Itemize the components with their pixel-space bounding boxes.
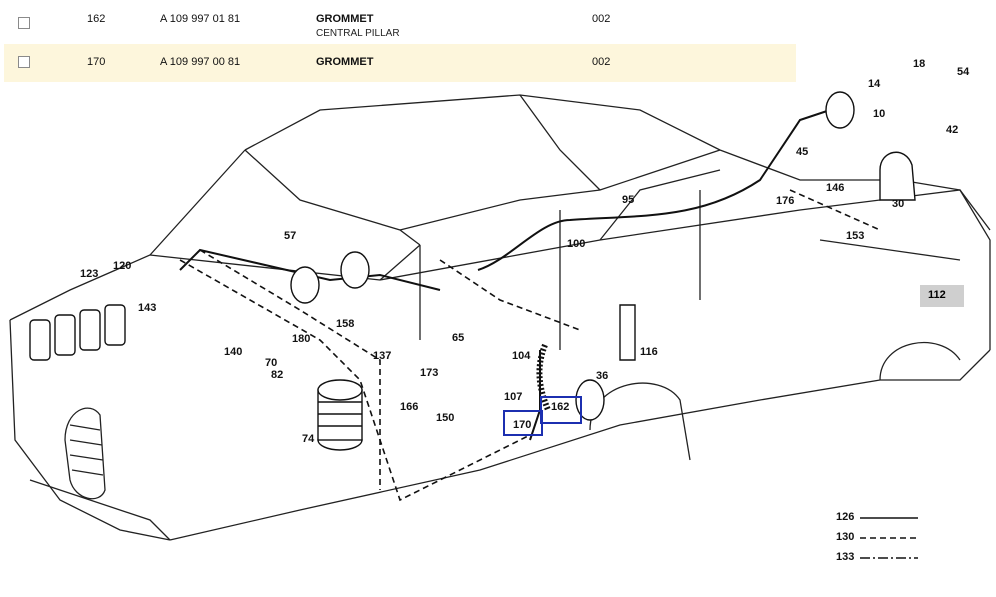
legend-label-130: 130 bbox=[836, 531, 855, 543]
callout-10[interactable]: 10 bbox=[873, 108, 885, 120]
callout-143[interactable]: 143 bbox=[138, 302, 156, 314]
callout-65[interactable]: 65 bbox=[452, 332, 464, 344]
callout-95[interactable]: 95 bbox=[622, 194, 634, 206]
callout-176[interactable]: 176 bbox=[776, 195, 794, 207]
exploded-parts-diagram[interactable]: 112 14 18 54 10 42 45 146 176 95 30 153 … bbox=[0, 58, 996, 592]
quantity: 002 bbox=[592, 13, 611, 25]
callout-82[interactable]: 82 bbox=[271, 369, 283, 381]
callout-158[interactable]: 158 bbox=[336, 318, 354, 330]
row-checkbox[interactable] bbox=[18, 17, 30, 29]
legend-label-133: 133 bbox=[836, 551, 855, 563]
callout-146[interactable]: 146 bbox=[826, 182, 844, 194]
table-row[interactable]: 162 A 109 997 01 81 GROMMET CENTRAL PILL… bbox=[4, 6, 796, 45]
part-description: GROMMET bbox=[316, 56, 374, 68]
callout-173[interactable]: 173 bbox=[420, 367, 438, 379]
callout-116[interactable]: 116 bbox=[640, 346, 658, 358]
callout-100[interactable]: 100 bbox=[567, 238, 585, 250]
callout-70[interactable]: 70 bbox=[265, 357, 277, 369]
table-row[interactable]: 170 A 109 997 00 81 GROMMET 002 bbox=[4, 44, 796, 82]
part-description: GROMMET bbox=[316, 13, 374, 25]
callout-107[interactable]: 107 bbox=[504, 391, 522, 403]
callout-153[interactable]: 153 bbox=[846, 230, 864, 242]
callout-104[interactable]: 104 bbox=[512, 350, 530, 362]
callout-36[interactable]: 36 bbox=[596, 370, 608, 382]
callout-137[interactable]: 137 bbox=[373, 350, 391, 362]
callout-14[interactable]: 14 bbox=[868, 78, 880, 90]
callout-123[interactable]: 123 bbox=[80, 268, 98, 280]
callout-57[interactable]: 57 bbox=[284, 230, 296, 242]
callout-166[interactable]: 166 bbox=[400, 401, 418, 413]
quantity: 002 bbox=[592, 56, 611, 68]
callout-180[interactable]: 180 bbox=[292, 333, 310, 345]
part-number: A 109 997 01 81 bbox=[160, 13, 241, 25]
row-checkbox[interactable] bbox=[18, 56, 30, 68]
callout-54[interactable]: 54 bbox=[957, 66, 969, 78]
part-subdescription: CENTRAL PILLAR bbox=[316, 28, 400, 39]
callout-120[interactable]: 120 bbox=[113, 260, 131, 272]
callout-42[interactable]: 42 bbox=[946, 124, 958, 136]
callout-140[interactable]: 140 bbox=[224, 346, 242, 358]
callout-150[interactable]: 150 bbox=[436, 412, 454, 424]
callout-162[interactable]: 162 bbox=[551, 401, 569, 413]
callout-18[interactable]: 18 bbox=[913, 58, 925, 70]
highlight-badge-112[interactable]: 112 bbox=[920, 285, 964, 307]
position-number: 162 bbox=[87, 13, 106, 25]
part-number: A 109 997 00 81 bbox=[160, 56, 241, 68]
legend-label-126: 126 bbox=[836, 511, 855, 523]
callout-74[interactable]: 74 bbox=[302, 433, 314, 445]
position-number: 170 bbox=[87, 56, 106, 68]
callout-45[interactable]: 45 bbox=[796, 146, 808, 158]
callout-170[interactable]: 170 bbox=[513, 419, 531, 431]
callout-30[interactable]: 30 bbox=[892, 198, 904, 210]
